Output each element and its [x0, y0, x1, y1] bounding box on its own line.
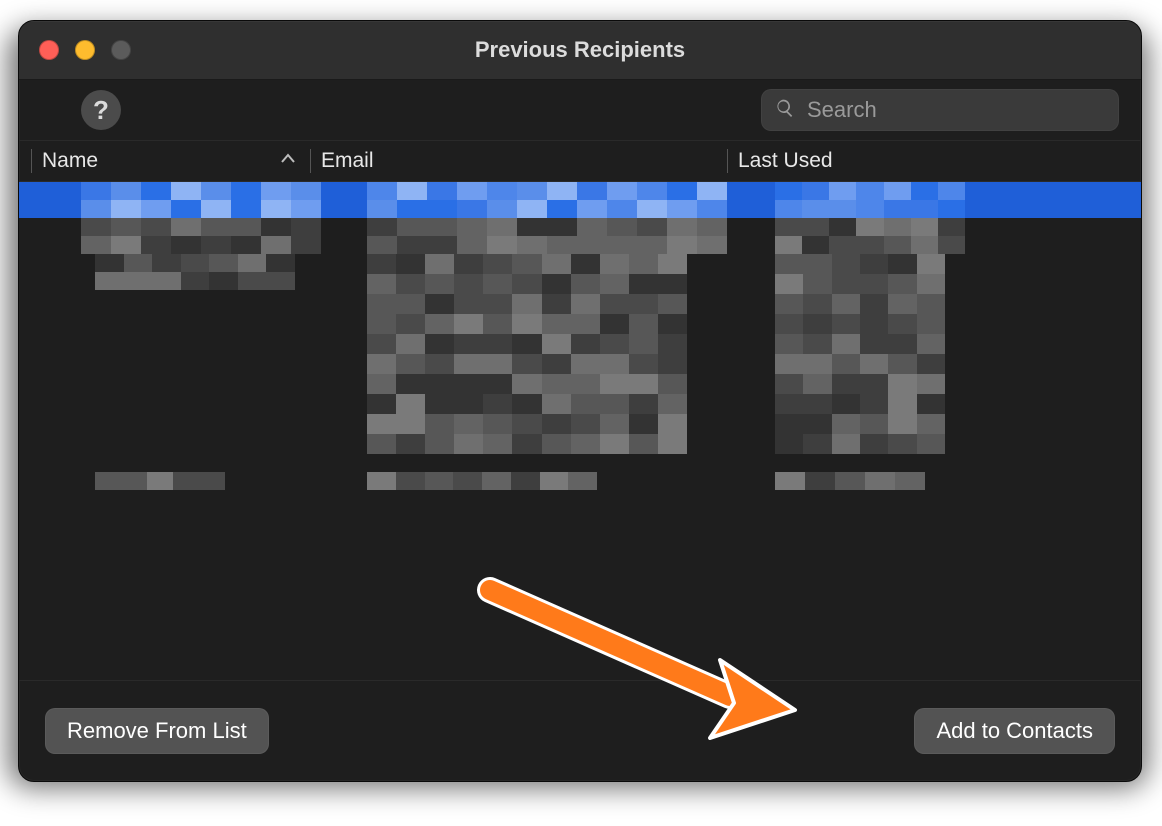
minimize-window-button[interactable] — [75, 40, 95, 60]
remove-from-list-button[interactable]: Remove From List — [45, 708, 269, 754]
redacted-content — [81, 182, 321, 218]
search-field[interactable] — [761, 89, 1119, 131]
redacted-content — [367, 254, 687, 454]
redacted-content — [367, 182, 727, 218]
footer: Remove From List Add to Contacts — [19, 680, 1141, 781]
redacted-content — [95, 472, 225, 490]
help-icon: ? — [93, 95, 109, 126]
column-header-last-used[interactable]: Last Used — [738, 149, 1129, 173]
previous-recipients-window: Previous Recipients ? Name — [18, 20, 1142, 782]
help-button[interactable]: ? — [81, 90, 121, 130]
close-window-button[interactable] — [39, 40, 59, 60]
redacted-content — [775, 218, 965, 254]
table-header: Name Email Last Used — [19, 141, 1141, 182]
redacted-content — [775, 472, 925, 490]
column-header-email[interactable]: Email — [321, 149, 727, 173]
window-title: Previous Recipients — [19, 21, 1141, 79]
search-input[interactable] — [805, 96, 1105, 124]
redacted-content — [775, 182, 965, 218]
search-icon — [775, 98, 795, 123]
add-to-contacts-button[interactable]: Add to Contacts — [914, 708, 1115, 754]
traffic-lights — [39, 40, 131, 60]
zoom-window-button[interactable] — [111, 40, 131, 60]
redacted-content — [775, 254, 945, 454]
window-titlebar: Previous Recipients — [19, 21, 1141, 80]
redacted-content — [81, 218, 321, 254]
column-header-name[interactable]: Name — [42, 149, 310, 173]
redacted-content — [367, 472, 597, 490]
redacted-content — [95, 254, 295, 290]
redacted-content — [367, 218, 727, 254]
recipients-table[interactable] — [19, 182, 1141, 680]
sort-indicator-icon — [280, 149, 296, 173]
toolbar: ? — [19, 80, 1141, 141]
